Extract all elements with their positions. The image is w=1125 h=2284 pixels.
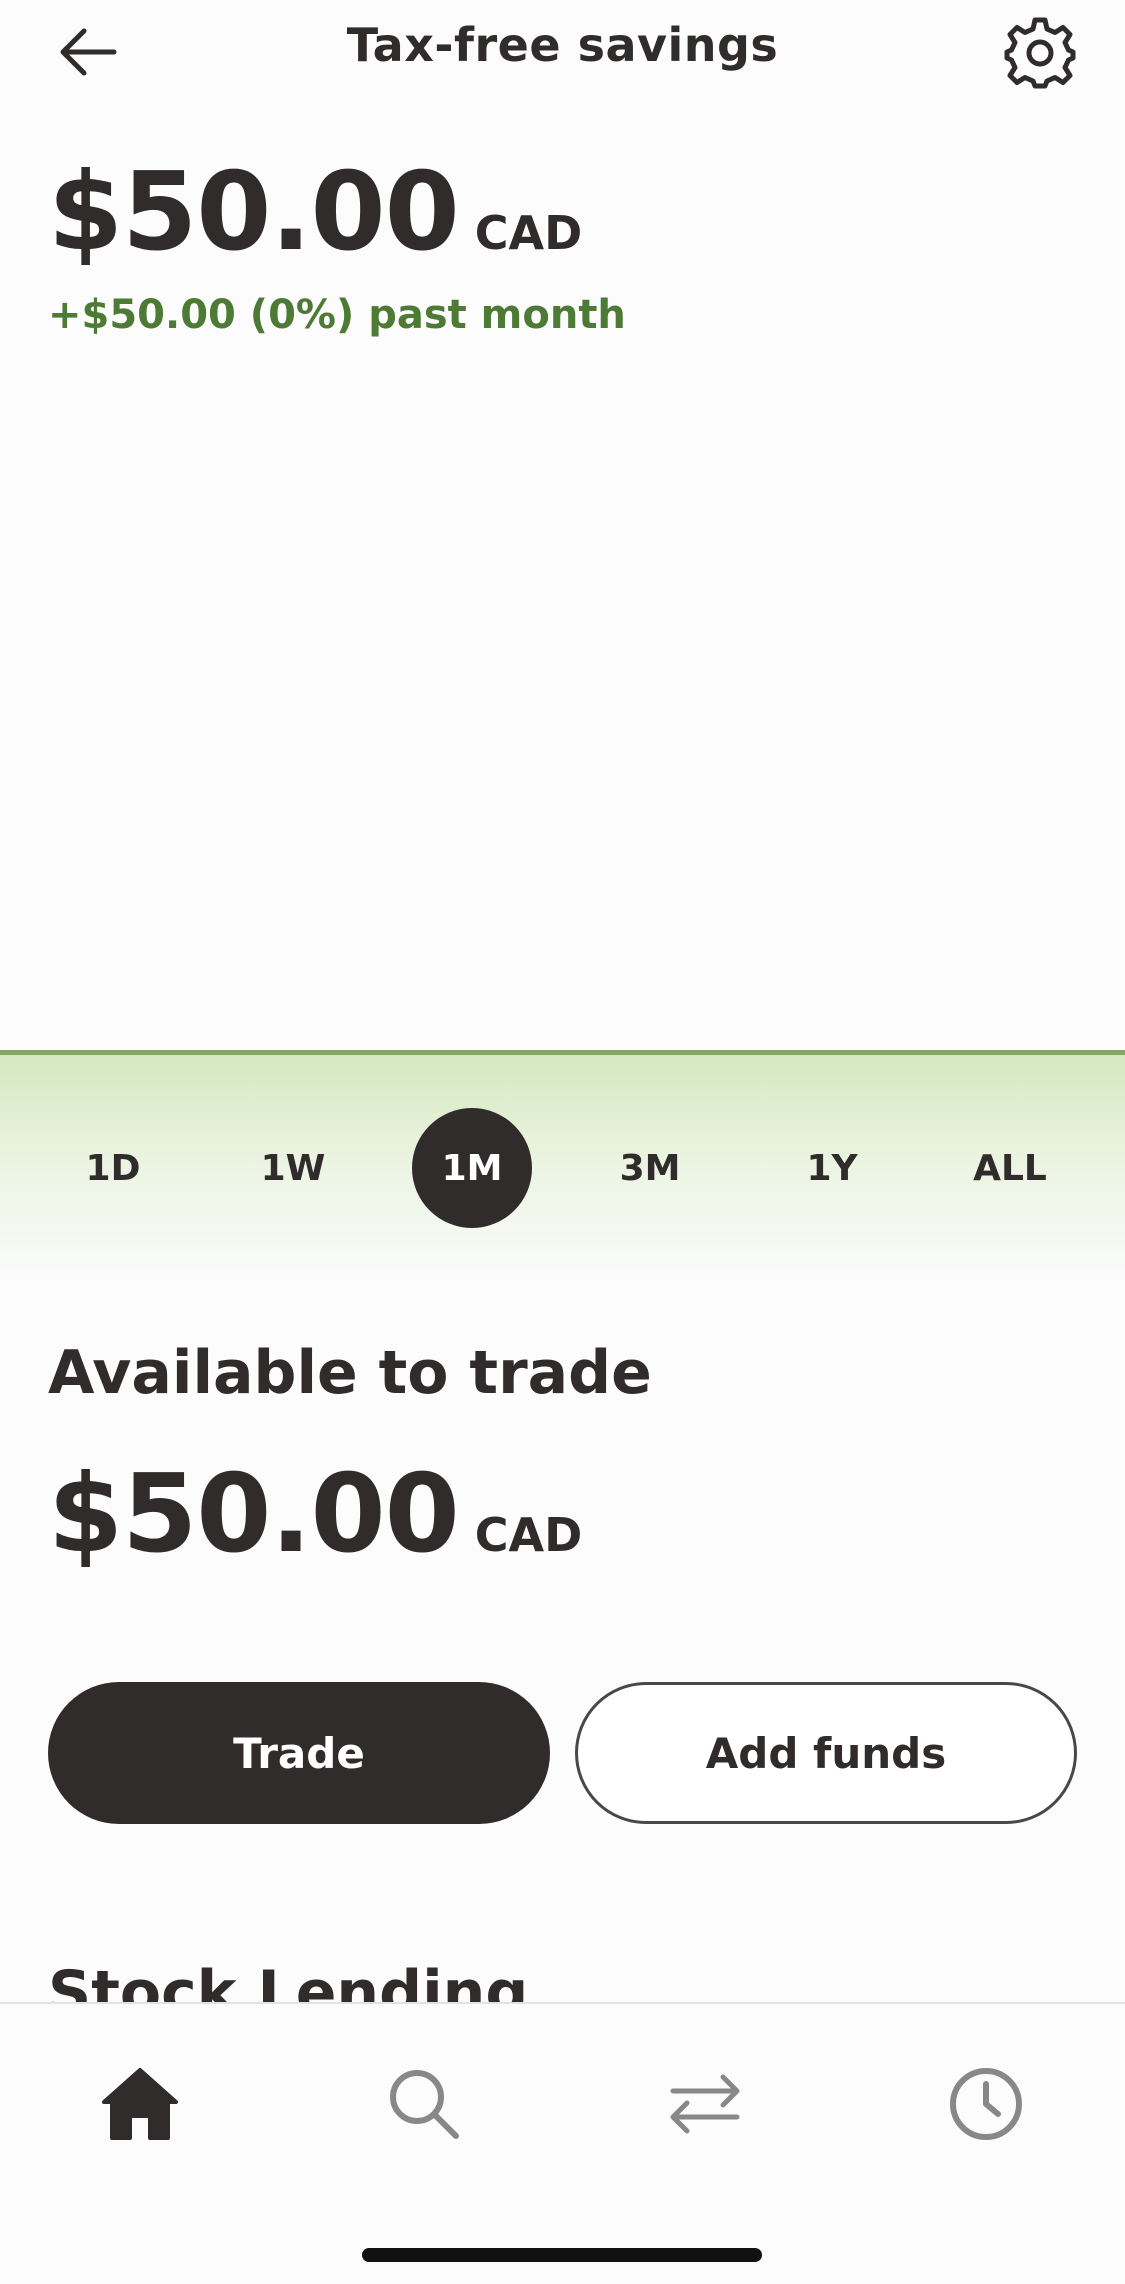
portfolio-balance: $50.00 CAD — [48, 150, 582, 275]
transfer-arrows-icon — [670, 2074, 740, 2134]
range-all[interactable]: ALL — [950, 1108, 1070, 1228]
available-currency: CAD — [474, 1508, 583, 1562]
range-1y[interactable]: 1Y — [772, 1108, 892, 1228]
history-clock-icon — [950, 2068, 1022, 2140]
range-1w[interactable]: 1W — [233, 1108, 353, 1228]
available-title: Available to trade — [48, 1338, 652, 1408]
range-1m[interactable]: 1M — [412, 1108, 532, 1228]
settings-button[interactable] — [995, 8, 1085, 98]
home-icon — [102, 2068, 178, 2140]
account-screen: Tax-free savings $50.00 CAD +$50.00 (0%)… — [0, 0, 1125, 2284]
home-indicator — [362, 2248, 762, 2262]
available-amount: $50.00 — [48, 1452, 460, 1577]
gear-icon — [1004, 17, 1076, 89]
bottom-navigation — [0, 2002, 1125, 2284]
nav-search[interactable] — [374, 2054, 474, 2154]
page-title: Tax-free savings — [346, 18, 779, 72]
add-funds-button[interactable]: Add funds — [575, 1682, 1077, 1824]
time-range-selector: 1D 1W 1M 3M 1Y ALL — [0, 1108, 1125, 1228]
search-icon — [390, 2070, 459, 2139]
range-3m[interactable]: 3M — [590, 1108, 710, 1228]
nav-home[interactable] — [90, 2054, 190, 2154]
trade-button[interactable]: Trade — [48, 1682, 550, 1824]
range-1d[interactable]: 1D — [53, 1108, 173, 1228]
nav-activity[interactable] — [936, 2054, 1036, 2154]
balance-amount: $50.00 — [48, 150, 460, 275]
balance-currency: CAD — [474, 206, 583, 260]
nav-transfer[interactable] — [655, 2054, 755, 2154]
balance-change: +$50.00 (0%) past month — [48, 292, 626, 338]
available-balance: $50.00 CAD — [48, 1452, 582, 1577]
